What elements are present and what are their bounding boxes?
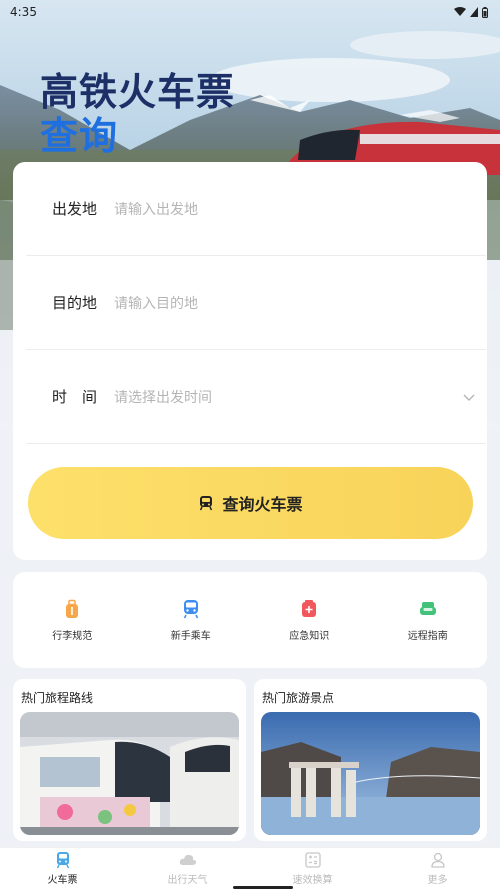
person-icon	[430, 852, 445, 868]
quick-item-label: 行李规范	[52, 630, 93, 642]
quick-menu: 行李规范 新手乘车 应急知识 远程指南	[13, 572, 487, 668]
sofa-icon	[419, 601, 436, 615]
battery-icon	[482, 6, 488, 18]
nav-item-label: 速效换算	[292, 875, 333, 886]
quick-item-label: 新手乘车	[170, 630, 211, 642]
date-label: 时 间	[52, 388, 98, 406]
train-icon	[200, 496, 213, 511]
hero-title: 高铁火车票 查询	[40, 70, 235, 158]
ticket-search-form: 出发地 请输入出发地 目的地 请输入目的地 时 间 请选择出发时间 查询火车票	[13, 162, 487, 560]
query-tickets-button[interactable]: 查询火车票	[28, 467, 473, 539]
quick-item-luggage[interactable]: 行李规范	[13, 572, 132, 668]
destination-field[interactable]: 目的地 请输入目的地	[26, 256, 486, 350]
train-icon	[183, 599, 198, 618]
luggage-icon	[66, 599, 79, 618]
wifi-icon	[454, 7, 466, 16]
nav-item-weather[interactable]: 出行天气	[125, 848, 250, 889]
status-time: 4:35	[10, 5, 37, 19]
destination-label: 目的地	[52, 294, 98, 312]
chevron-down-icon[interactable]	[462, 390, 476, 404]
nav-item-label: 火车票	[47, 875, 78, 886]
nav-item-converter[interactable]: 速效换算	[250, 848, 375, 889]
nav-item-more[interactable]: 更多	[375, 848, 500, 889]
hot-spots-title: 热门旅游景点	[262, 691, 335, 705]
quick-item-guide[interactable]: 远程指南	[369, 572, 488, 668]
hot-spots-card[interactable]: 热门旅游景点	[254, 679, 487, 841]
status-bar: 4:35	[0, 0, 500, 24]
departure-input[interactable]: 请输入出发地	[114, 199, 486, 219]
quick-item-label: 应急知识	[289, 630, 330, 642]
hero-title-line1: 高铁火车票	[40, 70, 236, 114]
date-select[interactable]: 请选择出发时间	[114, 387, 462, 407]
departure-label: 出发地	[52, 200, 98, 218]
quick-item-emergency[interactable]: 应急知识	[250, 572, 369, 668]
quick-item-label: 远程指南	[407, 630, 448, 642]
quick-item-newbie[interactable]: 新手乘车	[132, 572, 251, 668]
hot-routes-image[interactable]	[20, 712, 239, 835]
train-ticket-icon	[56, 852, 69, 869]
hot-routes-card[interactable]: 热门旅程路线	[13, 679, 246, 841]
status-icons	[454, 6, 488, 18]
nav-item-train-ticket[interactable]: 火车票	[0, 848, 125, 889]
nav-item-label: 出行天气	[167, 875, 208, 886]
hero-title-line2: 查询	[40, 114, 119, 158]
date-field[interactable]: 时 间 请选择出发时间	[26, 350, 486, 444]
hot-routes-title: 热门旅程路线	[21, 691, 94, 705]
hot-spots-image[interactable]	[261, 712, 480, 835]
first-aid-icon	[302, 599, 317, 617]
bottom-nav: 火车票 出行天气 速效换算 更多	[0, 847, 500, 889]
nav-item-label: 更多	[427, 875, 448, 886]
destination-input[interactable]: 请输入目的地	[114, 293, 486, 313]
departure-field[interactable]: 出发地 请输入出发地	[26, 162, 486, 256]
query-tickets-label: 查询火车票	[222, 495, 303, 514]
signal-icon	[470, 7, 478, 17]
calculator-icon	[304, 852, 321, 868]
cloud-icon	[179, 854, 196, 865]
